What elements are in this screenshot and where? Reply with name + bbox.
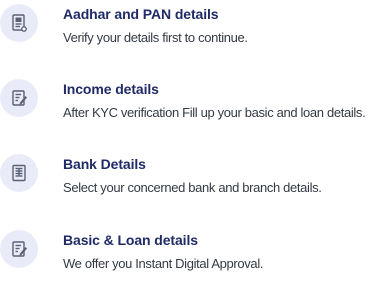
- form-edit-icon: [0, 79, 38, 117]
- form-edit-icon: [0, 230, 38, 268]
- step-description: After KYC verification Fill up your basi…: [63, 105, 366, 120]
- step-description: We offer you Instant Digital Approval.: [63, 256, 264, 271]
- step-description: Verify your details first to continue.: [63, 30, 248, 45]
- step-basic-loan: Basic & Loan details We offer you Instan…: [0, 228, 389, 288]
- step-description: Select your concerned bank and branch de…: [63, 180, 322, 195]
- step-title: Bank Details: [63, 156, 146, 172]
- step-title: Basic & Loan details: [63, 232, 198, 248]
- application-steps-list: Aadhar and PAN details Verify your detai…: [0, 0, 389, 296]
- step-title: Aadhar and PAN details: [63, 6, 219, 22]
- step-title: Income details: [63, 81, 159, 97]
- step-income: Income details After KYC verification Fi…: [0, 77, 389, 137]
- bank-card-icon: [0, 154, 38, 192]
- id-document-icon: [0, 4, 38, 42]
- step-aadhar-pan: Aadhar and PAN details Verify your detai…: [0, 2, 389, 62]
- step-bank: Bank Details Select your concerned bank …: [0, 152, 389, 212]
